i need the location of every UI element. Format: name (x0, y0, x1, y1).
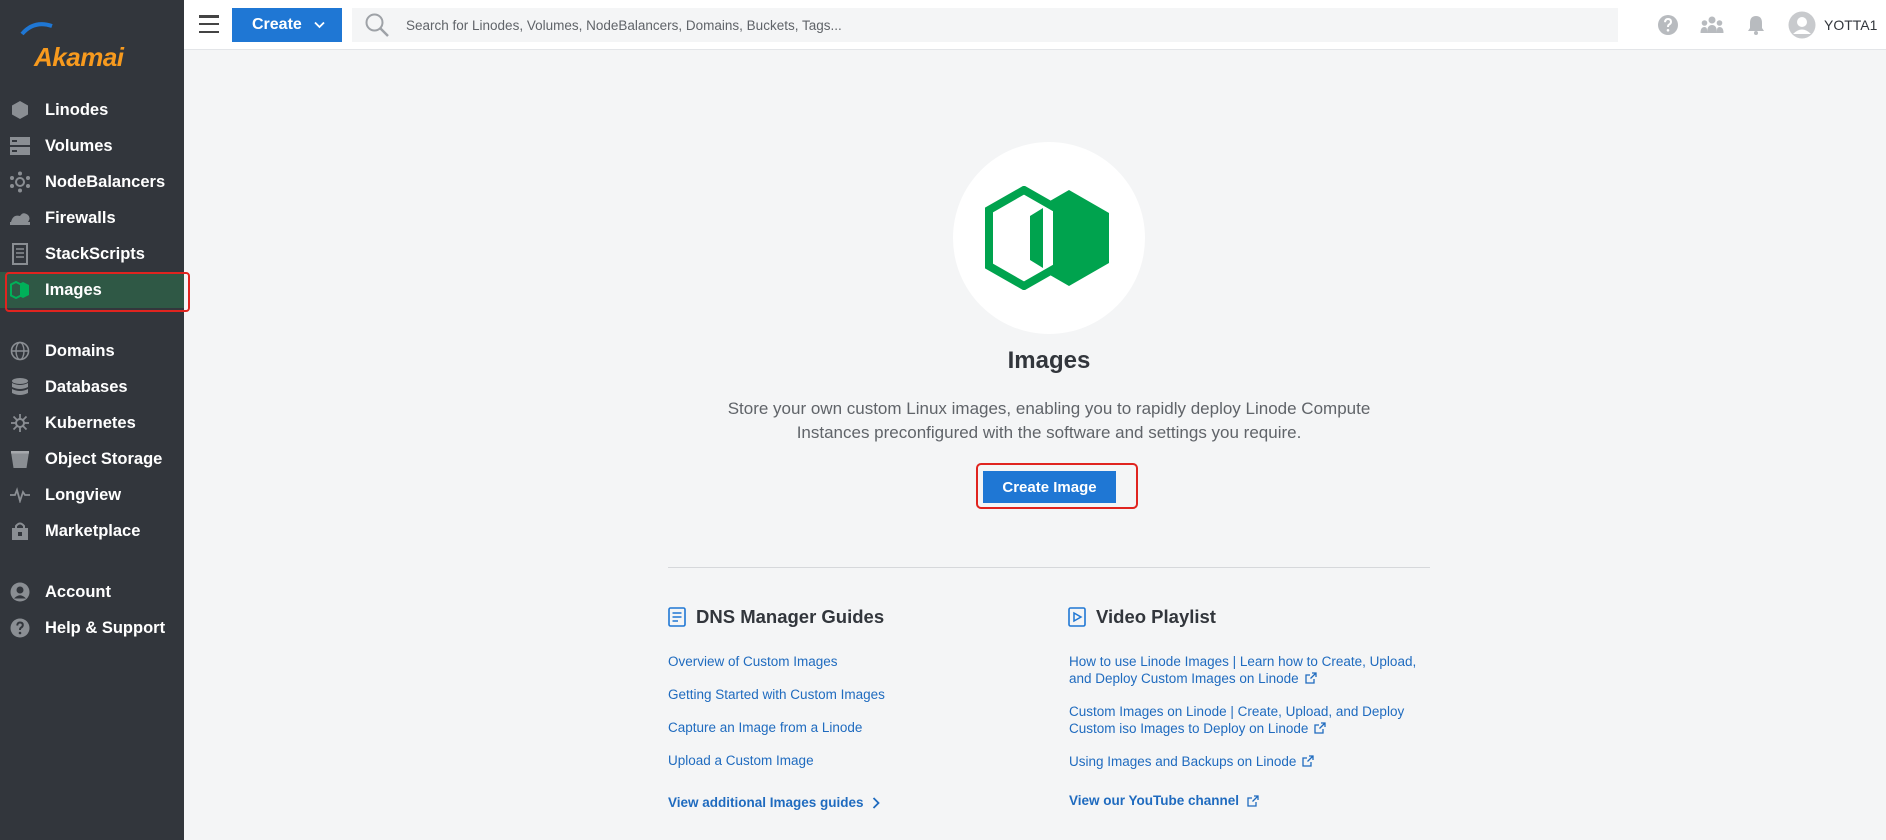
search-icon (365, 13, 389, 37)
marketplace-icon (9, 520, 31, 542)
images-icon (9, 279, 31, 301)
guide-link[interactable]: Upload a Custom Image (668, 752, 814, 769)
sidebar: Akamai Linodes Volumes NodeBalancers Fir… (0, 0, 184, 840)
bell-icon[interactable] (1744, 13, 1768, 37)
view-more-guides-label: View additional Images guides (668, 795, 864, 810)
chevron-right-icon (872, 796, 880, 809)
kubernetes-icon (9, 412, 31, 434)
video-icon (1068, 607, 1086, 627)
sidebar-item-databases[interactable]: Databases (0, 369, 184, 405)
sidebar-item-stackscripts[interactable]: StackScripts (0, 236, 184, 272)
bucket-icon (9, 448, 31, 470)
search-input[interactable] (406, 17, 1306, 33)
akamai-logo[interactable]: Akamai (4, 10, 154, 72)
sidebar-item-label: Images (45, 280, 102, 299)
sidebar-item-account[interactable]: Account (0, 574, 184, 610)
guides-heading: DNS Manager Guides (696, 606, 885, 627)
sidebar-item-label: Linodes (45, 100, 109, 119)
video-link[interactable]: Custom Images on Linode | Create, Upload… (1069, 703, 1439, 737)
account-icon (9, 581, 31, 603)
sidebar-item-domains[interactable]: Domains (0, 333, 184, 369)
page-description: Store your own custom Linux images, enab… (727, 399, 1371, 442)
global-search (352, 8, 1618, 42)
user-menu[interactable]: YOTTA1 (1788, 11, 1877, 39)
video-link-label: How to use Linode Images | Learn how to … (1069, 654, 1417, 686)
sidebar-item-volumes[interactable]: Volumes (0, 128, 184, 164)
page-title: Images (1007, 347, 1091, 374)
youtube-channel-label: View our YouTube channel (1069, 793, 1240, 808)
guide-link[interactable]: Capture an Image from a Linode (668, 719, 862, 736)
sidebar-item-label: NodeBalancers (45, 172, 166, 191)
view-more-guides-link[interactable]: View additional Images guides (668, 795, 880, 810)
menu-toggle-icon[interactable] (199, 15, 219, 33)
images-hero-icon (953, 142, 1145, 334)
community-icon[interactable] (1700, 13, 1724, 37)
username: YOTTA1 (1824, 17, 1878, 33)
help-icon[interactable] (1656, 13, 1680, 37)
guides-header: DNS Manager Guides (668, 606, 884, 628)
volumes-icon (9, 135, 31, 157)
linode-hex-icon (9, 99, 31, 121)
sidebar-item-label: Longview (45, 485, 122, 504)
sidebar-item-firewalls[interactable]: Firewalls (0, 200, 184, 236)
guide-link[interactable]: Overview of Custom Images (668, 653, 838, 670)
external-link-icon (1247, 794, 1259, 807)
stackscript-icon (9, 243, 31, 265)
sidebar-item-nodebalancers[interactable]: NodeBalancers (0, 164, 184, 200)
sidebar-item-label: Volumes (45, 136, 113, 155)
section-divider (668, 567, 1430, 568)
sidebar-item-kubernetes[interactable]: Kubernetes (0, 405, 184, 441)
sidebar-item-label: Databases (45, 377, 128, 396)
video-playlist-header: Video Playlist (1068, 606, 1216, 628)
sidebar-item-help-support[interactable]: Help & Support (0, 610, 184, 646)
sidebar-item-label: Kubernetes (45, 413, 136, 432)
pulse-icon (9, 484, 31, 506)
logo-text: Akamai (34, 42, 124, 72)
document-icon (668, 607, 686, 627)
top-bar: Create YOTTA1 (184, 0, 1886, 50)
guide-link[interactable]: Getting Started with Custom Images (668, 686, 885, 703)
sidebar-item-label: StackScripts (45, 244, 145, 263)
external-link-icon (1314, 722, 1327, 734)
sidebar-item-longview[interactable]: Longview (0, 477, 184, 513)
sidebar-item-label: Help & Support (45, 618, 166, 637)
external-link-icon (1304, 672, 1317, 684)
avatar (1788, 11, 1816, 39)
create-menu-button[interactable]: Create (232, 8, 342, 42)
sidebar-item-linodes[interactable]: Linodes (0, 92, 184, 128)
video-link-label: Using Images and Backups on Linode (1069, 754, 1297, 769)
database-icon (9, 376, 31, 398)
sidebar-item-label: Marketplace (45, 521, 141, 540)
help-icon (9, 617, 31, 639)
sidebar-item-label: Account (45, 582, 111, 601)
create-image-button[interactable]: Create Image (983, 471, 1116, 503)
sidebar-item-label: Firewalls (45, 208, 116, 227)
nodebalancer-icon (9, 171, 31, 193)
sidebar-item-images[interactable]: Images (0, 272, 184, 308)
sidebar-item-label: Object Storage (45, 449, 163, 468)
video-link[interactable]: Using Images and Backups on Linode (1069, 753, 1439, 770)
sidebar-item-marketplace[interactable]: Marketplace (0, 513, 184, 549)
video-link-label: Custom Images on Linode | Create, Upload… (1069, 704, 1405, 736)
video-link[interactable]: How to use Linode Images | Learn how to … (1069, 653, 1439, 687)
external-link-icon (1302, 755, 1315, 767)
firewall-icon (9, 207, 31, 229)
sidebar-item-object-storage[interactable]: Object Storage (0, 441, 184, 477)
video-playlist-heading: Video Playlist (1096, 606, 1216, 627)
sidebar-item-label: Domains (45, 341, 115, 360)
youtube-channel-link[interactable]: View our YouTube channel (1069, 793, 1259, 808)
chevron-down-icon (314, 21, 325, 29)
globe-icon (9, 340, 31, 362)
create-button-label: Create (252, 16, 302, 33)
